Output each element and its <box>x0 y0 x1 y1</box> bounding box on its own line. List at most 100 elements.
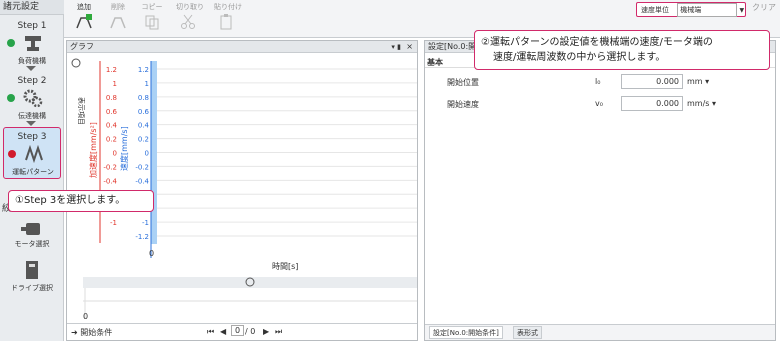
settings-title: 設定[No.0:開 <box>428 42 477 51</box>
start-speed-unit[interactable]: mm/s ▾ <box>687 99 716 108</box>
drive-select-button[interactable]: ドライブ選択 <box>3 260 61 294</box>
accel-tick-label: -0.2 <box>103 163 117 171</box>
start-condition-label: 開始条件 <box>80 328 113 337</box>
cut-icon <box>181 14 195 29</box>
operation-pattern-icon <box>25 144 43 164</box>
speed-unit-selector[interactable]: 速度単位 機械端 ▼ <box>636 2 746 17</box>
cut-label: 切り取り <box>176 3 204 11</box>
speed-axis-ticks: 1.210.80.60.40.20-0.2-0.4-0.6-0.8-1-1.2 <box>135 66 149 241</box>
speed-tick-label: 0.6 <box>138 108 150 116</box>
speed-tick-label: 0.2 <box>138 136 149 144</box>
start-position-input[interactable]: 0.000 <box>621 74 683 89</box>
step-number: Step 2 <box>17 76 47 86</box>
copy-label: コピー <box>141 3 163 11</box>
step-sidebar: 諸元設定 Step 1 負荷機構 Step 2 伝達機構 Step 3 運転パタ… <box>0 0 64 341</box>
cut-button[interactable]: 切り取り <box>172 2 208 36</box>
graph-area[interactable]: 1.210.80.60.40.20-0.2-0.4-0.6-0.8-1-1.2 … <box>67 53 417 323</box>
speed-tick-label: 0 <box>145 150 149 158</box>
speed-tick-label: 1 <box>145 80 149 88</box>
next-page-icon[interactable]: ▶ <box>263 327 269 336</box>
step-number: Step 1 <box>17 21 47 31</box>
paste-label: 貼り付け <box>214 3 242 11</box>
start-position-symbol: l₀ <box>595 77 601 86</box>
start-condition-link[interactable]: ➜ 開始条件 <box>71 327 112 338</box>
start-speed-symbol: v₀ <box>595 99 603 108</box>
tab-table-format[interactable]: 表形式 <box>513 326 542 339</box>
pin-icon[interactable]: ▾ ▮ <box>391 41 401 53</box>
delete-icon <box>110 17 126 29</box>
start-position-label: 開始位置 <box>447 78 479 87</box>
close-icon[interactable]: × <box>406 41 413 53</box>
speed-unit-label: 速度単位 <box>641 6 669 14</box>
callout-line: 速度/運転周波数の中から選択します。 <box>493 52 666 63</box>
accel-tick-label: -0.4 <box>103 177 117 185</box>
display-items-label: 表示項目 <box>77 97 86 125</box>
drive-icon <box>26 261 38 279</box>
sidebar-title: 諸元設定 <box>0 0 64 15</box>
step-label: 伝達機構 <box>18 112 46 120</box>
settings-panel: 設定[No.0:開 × 基本 開始位置 l₀ 0.000 mm ▾ 開始速度 v… <box>424 40 776 341</box>
step-label: 負荷機構 <box>18 57 46 65</box>
graph-title: グラフ <box>70 42 94 51</box>
motor-icon <box>21 223 40 235</box>
speed-tick-label: 0.8 <box>138 94 149 102</box>
sidebar-step-3[interactable]: Step 3 運転パターン <box>3 127 61 179</box>
settings-tabs: 設定[No.0:開始条件] 表形式 <box>425 324 775 340</box>
speed-tick-label: -0.4 <box>135 177 149 185</box>
graph-panel-header: グラフ ▾ ▮ × <box>67 41 417 53</box>
check-icon <box>7 39 15 47</box>
sidebar-step-2[interactable]: Step 2 伝達機構 <box>3 72 61 120</box>
speed-axis-band <box>151 61 157 244</box>
accel-axis-label: 加速度[mm/s²] <box>88 122 98 178</box>
callout-line: ②運転パターンの設定値を機械端の速度/モータ端の <box>481 37 713 48</box>
accel-tick-label: -1 <box>110 219 117 227</box>
accel-tick-label: 0.4 <box>106 122 118 130</box>
add-button[interactable]: 追加 <box>68 2 100 36</box>
last-page-icon[interactable]: ⏭ <box>275 327 282 337</box>
add-label: 追加 <box>77 3 91 11</box>
arrow-right-icon: ➜ <box>71 328 78 337</box>
speed-unit-callout: ②運転パターンの設定値を機械端の速度/モータ端の 速度/運転周波数の中から選択し… <box>474 30 770 70</box>
sidebar-step-1[interactable]: Step 1 負荷機構 <box>3 17 61 65</box>
page-total: / 0 <box>245 327 256 336</box>
error-icon <box>8 150 16 158</box>
paste-icon <box>220 14 232 30</box>
graph-footer: ➜ 開始条件 ⏮ ◀ 0 / 0 ▶ ⏭ <box>67 323 417 340</box>
chevron-down-icon: ▼ <box>739 7 745 14</box>
start-speed-input[interactable]: 0.000 <box>621 96 683 111</box>
first-page-icon[interactable]: ⏮ <box>207 327 214 337</box>
accel-tick-label: 0.2 <box>106 136 117 144</box>
expand-icon <box>71 58 81 68</box>
speed-unit-dropdown[interactable]: 機械端 <box>677 3 738 17</box>
copy-icon <box>145 15 159 30</box>
tool-label: モータ選択 <box>14 240 50 248</box>
lower-chart-origin: 0 <box>83 312 88 321</box>
speed-tick-label: -0.2 <box>135 163 149 171</box>
clear-button[interactable]: クリア <box>752 2 776 13</box>
step-label: 運転パターン <box>12 168 54 176</box>
start-position-unit[interactable]: mm ▾ <box>687 77 709 86</box>
delete-label: 削除 <box>111 3 125 11</box>
paste-button[interactable]: 貼り付け <box>210 2 246 36</box>
delete-button[interactable]: 削除 <box>102 2 134 36</box>
speed-tick-label: 0.4 <box>138 122 150 130</box>
copy-button[interactable]: コピー <box>136 2 168 36</box>
prev-page-icon[interactable]: ◀ <box>220 327 226 336</box>
chevron-down-icon <box>26 66 36 71</box>
accel-tick-label: 0 <box>113 150 117 158</box>
tab-start-condition[interactable]: 設定[No.0:開始条件] <box>429 326 503 339</box>
page-input[interactable]: 0 <box>231 325 245 336</box>
speed-tick-label: 1.2 <box>138 66 149 74</box>
start-speed-label: 開始速度 <box>447 100 479 109</box>
gears-icon <box>23 89 43 108</box>
load-mechanism-icon <box>25 36 41 51</box>
speed-axis-label: 速度[mm/s] <box>119 126 129 171</box>
accel-tick-label: 1 <box>113 80 117 88</box>
speed-tick-label: -1 <box>142 219 149 227</box>
x-axis-label: 時間[s] <box>272 262 298 271</box>
motor-select-button[interactable]: モータ選択 <box>3 222 61 254</box>
x-axis-origin: 0 <box>149 249 154 258</box>
speed-tick-label: -1.2 <box>135 233 149 241</box>
check-icon <box>7 94 15 102</box>
accel-tick-label: 0.6 <box>106 108 118 116</box>
